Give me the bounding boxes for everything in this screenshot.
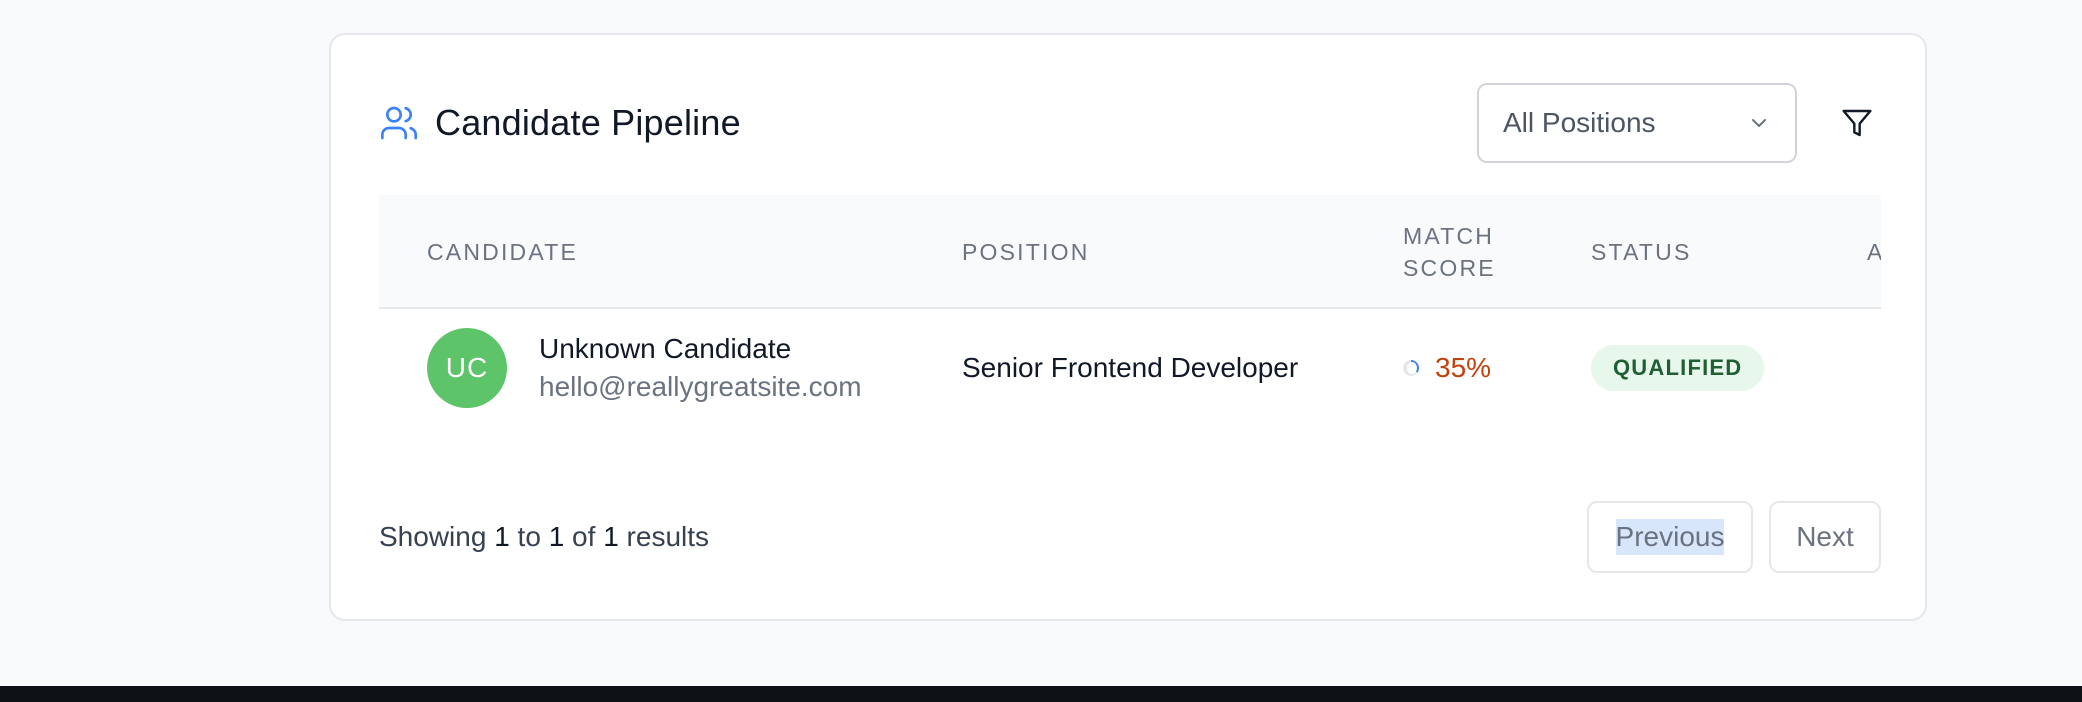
status-cell: QUALIFIED bbox=[1591, 311, 1765, 425]
to-word: to bbox=[517, 521, 541, 552]
chevron-down-icon bbox=[1747, 111, 1771, 135]
column-header-position[interactable]: POSITION bbox=[962, 195, 1090, 309]
match-score-ring-icon bbox=[1403, 360, 1419, 376]
previous-button[interactable]: Previous bbox=[1587, 501, 1753, 573]
results-summary: Showing 1 to 1 of 1 results bbox=[379, 521, 709, 553]
candidate-name[interactable]: Unknown Candidate bbox=[539, 333, 862, 365]
candidate-cell: UC Unknown Candidate hello@reallygreatsi… bbox=[427, 311, 862, 425]
next-button[interactable]: Next bbox=[1769, 501, 1881, 573]
position-text: Senior Frontend Developer bbox=[962, 352, 1299, 383]
position-cell: Senior Frontend Developer bbox=[962, 311, 1298, 425]
column-header-match-score[interactable]: MATCH SCORE bbox=[1403, 195, 1523, 309]
table-row[interactable]: UC Unknown Candidate hello@reallygreatsi… bbox=[379, 311, 1881, 425]
match-score-cell: 35% bbox=[1403, 311, 1491, 425]
results-total: 1 bbox=[603, 521, 619, 552]
column-header-status[interactable]: STATUS bbox=[1591, 195, 1692, 309]
results-from: 1 bbox=[494, 521, 510, 552]
filter-icon bbox=[1842, 109, 1872, 137]
candidate-info: Unknown Candidate hello@reallygreatsite.… bbox=[539, 333, 862, 403]
table-header: CANDIDATE POSITION MATCH SCORE STATUS A bbox=[379, 195, 1881, 309]
users-icon bbox=[379, 103, 419, 143]
results-word: results bbox=[626, 521, 710, 552]
position-select[interactable]: All Positions bbox=[1477, 83, 1797, 163]
next-button-label: Next bbox=[1796, 521, 1854, 552]
column-header-candidate[interactable]: CANDIDATE bbox=[427, 195, 578, 309]
showing-prefix: Showing bbox=[379, 521, 487, 552]
page: Candidate Pipeline All Positions CANDIDA… bbox=[0, 0, 2082, 702]
status-badge: QUALIFIED bbox=[1591, 345, 1765, 391]
match-score-value: 35% bbox=[1435, 352, 1492, 383]
column-header-actions[interactable]: A bbox=[1867, 195, 1881, 309]
of-word: of bbox=[572, 521, 596, 552]
pager: Previous Next bbox=[1587, 501, 1881, 573]
header-controls: All Positions bbox=[1477, 83, 1877, 163]
candidate-pipeline-card: Candidate Pipeline All Positions CANDIDA… bbox=[329, 33, 1927, 621]
results-to: 1 bbox=[548, 521, 565, 552]
avatar: UC bbox=[427, 328, 507, 408]
page-title: Candidate Pipeline bbox=[435, 102, 741, 143]
previous-button-label: Previous bbox=[1615, 519, 1725, 555]
card-header: Candidate Pipeline All Positions bbox=[379, 83, 1877, 163]
candidate-email: hello@reallygreatsite.com bbox=[539, 371, 862, 402]
pagination-footer: Showing 1 to 1 of 1 results Previous Nex… bbox=[379, 501, 1881, 573]
title-group: Candidate Pipeline bbox=[379, 102, 741, 144]
filter-button[interactable] bbox=[1837, 103, 1877, 143]
candidates-table: CANDIDATE POSITION MATCH SCORE STATUS A … bbox=[379, 195, 1881, 425]
position-select-value: All Positions bbox=[1503, 107, 1656, 138]
bottom-bar bbox=[0, 686, 2082, 702]
